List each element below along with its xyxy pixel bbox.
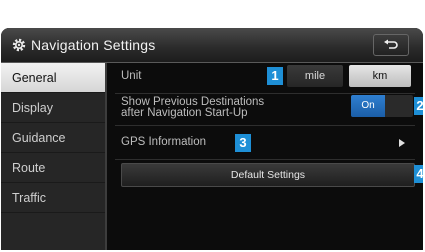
sidebar-item-label: Guidance (12, 131, 66, 145)
unit-mile-button[interactable]: mile (287, 65, 343, 87)
page-title: Navigation Settings (31, 37, 156, 53)
divider (115, 159, 415, 160)
unit-label: Unit (121, 70, 142, 82)
sidebar-item-route[interactable]: Route (1, 153, 105, 183)
callout-1: 1 (267, 67, 283, 85)
sidebar-item-label: Route (12, 161, 46, 175)
settings-sidebar: General Display Guidance Route Traffic (1, 63, 107, 250)
divider (115, 93, 415, 94)
chevron-right-icon[interactable] (399, 139, 405, 147)
show-previous-label-line2: after Navigation Start-Up (121, 107, 248, 119)
sidebar-item-label: Display (12, 101, 53, 115)
gps-information-label[interactable]: GPS Information (121, 136, 206, 148)
show-previous-toggle[interactable]: On (351, 95, 413, 117)
callout-3: 3 (235, 134, 251, 152)
sidebar-item-guidance[interactable]: Guidance (1, 123, 105, 153)
show-previous-label: Show Previous Destinations after Navigat… (121, 96, 264, 119)
back-button[interactable] (373, 34, 409, 56)
default-settings-button[interactable]: Default Settings (121, 163, 415, 187)
general-settings-panel: Unit 1 mile km Show Previous Destination… (107, 63, 423, 250)
gear-icon (12, 38, 26, 52)
sidebar-item-label: General (12, 71, 57, 85)
callout-2: 2 (414, 97, 423, 115)
title-bar: Navigation Settings (1, 28, 423, 63)
sidebar-item-traffic[interactable]: Traffic (1, 183, 105, 213)
sidebar-item-label: Traffic (12, 191, 47, 205)
navigation-screen: Navigation Settings General Display Guid… (1, 28, 423, 250)
unit-km-button[interactable]: km (349, 65, 411, 87)
toggle-on-state: On (351, 95, 385, 117)
back-arrow-icon (384, 39, 398, 49)
divider (115, 125, 415, 126)
sidebar-item-display[interactable]: Display (1, 93, 105, 123)
callout-4: 4 (414, 165, 423, 183)
sidebar-item-general[interactable]: General (1, 63, 105, 93)
